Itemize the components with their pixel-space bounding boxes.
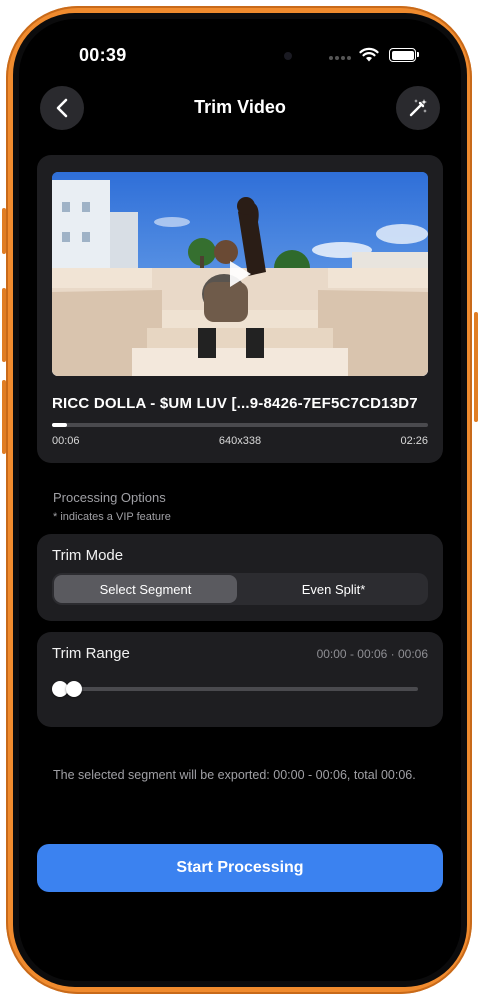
trim-mode-title: Trim Mode [52, 547, 124, 564]
camera-icon [284, 52, 292, 60]
page-title: Trim Video [194, 97, 286, 117]
trim-mode-selector: Select Segment Even Split* [52, 573, 428, 605]
video-player[interactable] [52, 172, 428, 376]
device-action-button [2, 208, 6, 254]
video-duration: 02:26 [400, 435, 428, 447]
trim-range-title: Trim Range [52, 645, 130, 662]
trim-range-slider[interactable] [52, 681, 418, 697]
device-volume-up-button [2, 288, 6, 362]
range-end-handle[interactable] [66, 681, 83, 697]
trim-range-value: 00:00 - 00:06 · 00:06 [316, 647, 428, 661]
battery-icon [389, 48, 419, 62]
wifi-icon [359, 47, 379, 62]
video-resolution: 640x338 [218, 435, 262, 447]
app-screen: 00:39 Trim Video RICC DOLLA - $UM LUV [.… [19, 19, 461, 981]
video-progress-bar[interactable] [52, 423, 428, 427]
video-card: RICC DOLLA - $UM LUV [...9-8426-7EF5C7CD… [37, 155, 443, 463]
select-segment-option[interactable]: Select Segment [54, 575, 237, 603]
start-processing-button[interactable]: Start Processing [37, 844, 443, 892]
video-progress-fill [52, 423, 68, 427]
trim-mode-card: Trim Mode Select Segment Even Split* [37, 534, 443, 621]
even-split-option[interactable]: Even Split* [241, 575, 426, 603]
video-title: RICC DOLLA - $UM LUV [...9-8426-7EF5C7CD… [52, 395, 418, 412]
trim-range-card: Trim Range 00:00 - 00:06 · 00:06 [37, 632, 443, 727]
play-icon [230, 261, 251, 287]
export-summary: The selected segment will be exported: 0… [53, 768, 416, 782]
magic-wand-button[interactable] [396, 86, 440, 130]
device-power-button [474, 312, 478, 422]
device-volume-down-button [2, 380, 6, 454]
cellular-signal-icon [329, 56, 351, 60]
magic-wand-icon [409, 99, 427, 117]
vip-feature-note: * indicates a VIP feature [53, 511, 171, 523]
status-time: 00:39 [79, 45, 127, 65]
processing-options-heading: Processing Options [53, 490, 166, 505]
